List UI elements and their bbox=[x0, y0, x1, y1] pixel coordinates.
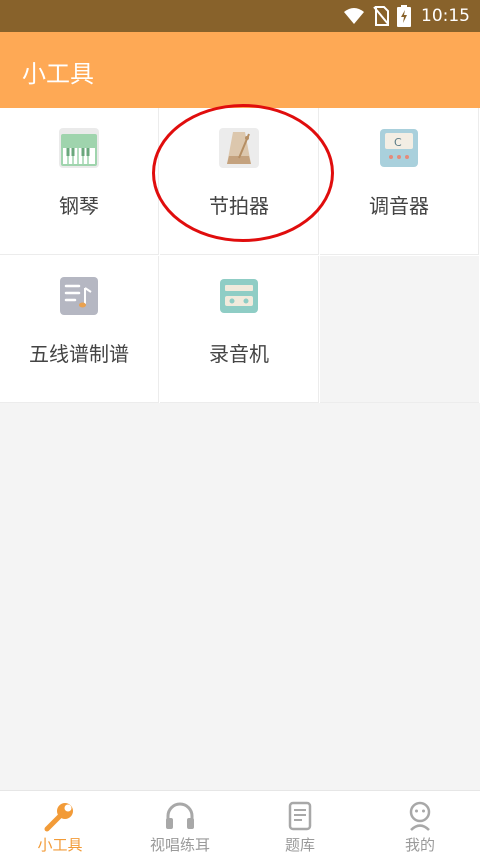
metronome-icon bbox=[219, 128, 259, 168]
tool-metronome[interactable]: 节拍器 bbox=[160, 108, 319, 255]
tab-label: 视唱练耳 bbox=[149, 836, 210, 854]
tuner-icon: C bbox=[380, 129, 418, 167]
tool-label: 钢琴 bbox=[59, 194, 99, 218]
tool-tuner[interactable]: C 调音器 bbox=[320, 108, 479, 255]
scroll-icon bbox=[288, 801, 312, 831]
wifi-icon bbox=[344, 8, 364, 24]
status-time: 10:15 bbox=[421, 6, 470, 26]
piano-icon bbox=[59, 128, 99, 168]
tool-staff-notation[interactable]: 五线谱制谱 bbox=[0, 256, 159, 403]
tab-label: 我的 bbox=[404, 836, 435, 854]
tab-tools[interactable]: 小工具 bbox=[0, 791, 120, 855]
wrench-icon bbox=[44, 803, 73, 832]
recorder-icon bbox=[220, 279, 258, 313]
tab-label: 题库 bbox=[284, 836, 315, 854]
svg-text:C: C bbox=[394, 136, 402, 149]
tool-label: 调音器 bbox=[369, 194, 429, 218]
tab-label: 小工具 bbox=[37, 836, 83, 854]
tool-piano[interactable]: 钢琴 bbox=[0, 108, 159, 255]
tab-profile[interactable]: 我的 bbox=[360, 791, 480, 855]
staff-notation-icon bbox=[60, 277, 98, 315]
headphones-icon bbox=[166, 802, 194, 829]
tool-label: 五线谱制谱 bbox=[29, 342, 129, 366]
empty-grid-cell bbox=[320, 256, 479, 403]
app-bar: 小工具 bbox=[0, 32, 480, 108]
tab-question-bank[interactable]: 题库 bbox=[240, 791, 360, 855]
tab-sight-singing[interactable]: 视唱练耳 bbox=[120, 791, 240, 855]
tool-recorder[interactable]: 录音机 bbox=[160, 256, 319, 403]
tool-grid: 钢琴 节拍器 C 调音器 五线谱制谱 录音机 bbox=[0, 108, 480, 403]
profile-icon bbox=[409, 801, 431, 831]
page-title: 小工具 bbox=[22, 60, 94, 88]
tool-label: 录音机 bbox=[209, 342, 269, 366]
no-sim-icon bbox=[373, 6, 389, 26]
tool-label: 节拍器 bbox=[209, 194, 269, 218]
status-bar: 10:15 bbox=[0, 0, 480, 32]
bottom-nav: 小工具 视唱练耳 题库 我的 bbox=[0, 790, 480, 855]
battery-charging-icon bbox=[397, 5, 411, 27]
